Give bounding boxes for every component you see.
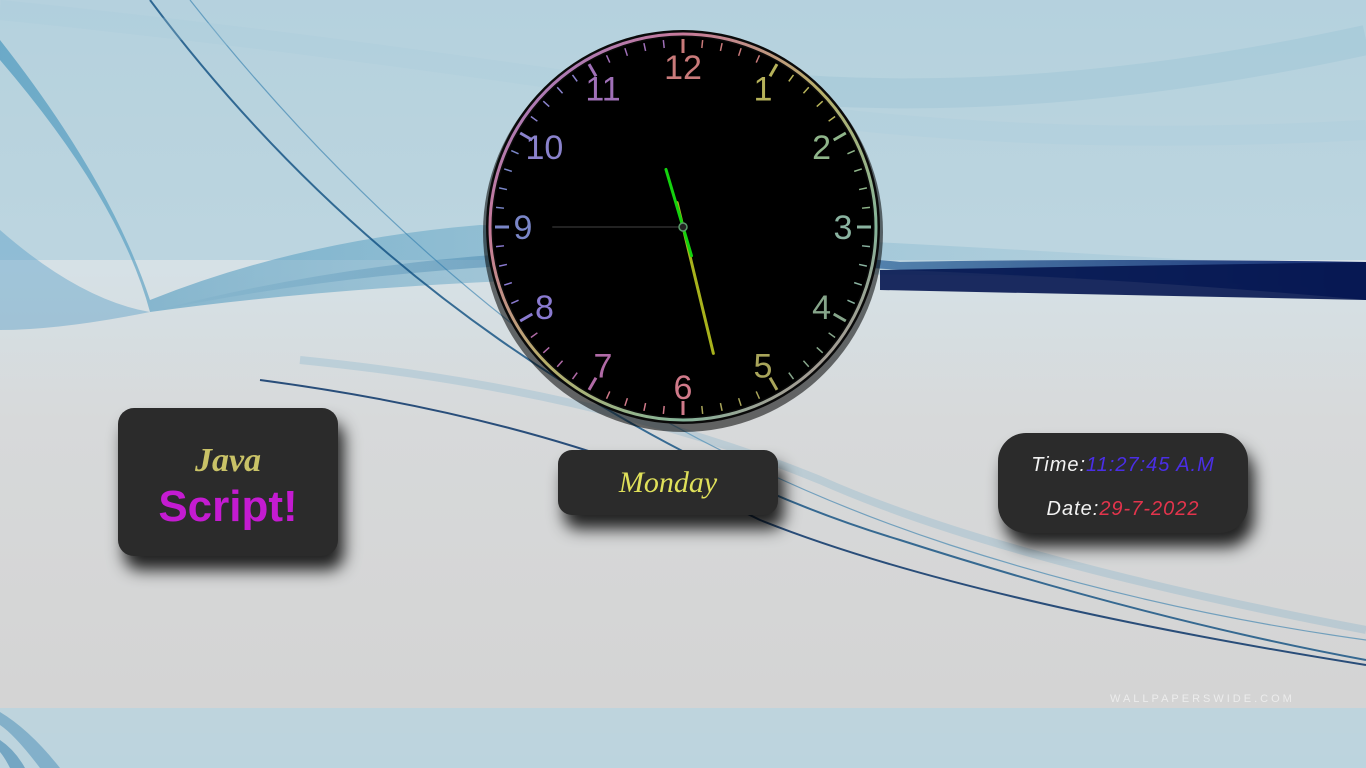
clock-tick xyxy=(662,405,665,415)
clock-numeral: 11 xyxy=(585,70,620,108)
clock-tick xyxy=(495,206,505,209)
clock-numeral: 1 xyxy=(754,70,773,108)
clock-tick xyxy=(662,39,665,49)
clock-numeral: 12 xyxy=(664,49,702,87)
clock-tick xyxy=(861,206,871,209)
date-value: 29-7-2022 xyxy=(1099,498,1200,520)
time-value: 11:27:45 A.M xyxy=(1086,454,1215,476)
clock-numeral: 2 xyxy=(812,129,831,167)
clock-tick xyxy=(701,39,704,49)
datetime-card: Time:11:27:45 A.M Date:29-7-2022 xyxy=(998,433,1248,533)
clock-numeral: 3 xyxy=(834,209,853,247)
clock-tick xyxy=(701,405,704,415)
time-row: Time:11:27:45 A.M xyxy=(998,454,1248,477)
clock-numeral: 6 xyxy=(674,369,693,407)
time-label: Time: xyxy=(1031,454,1087,476)
clock-center-pin xyxy=(678,222,688,232)
logo-java-text: Java xyxy=(194,442,262,479)
day-card: Monday xyxy=(558,450,778,515)
clock-tick xyxy=(861,245,871,248)
logo-script-text: Script! xyxy=(158,482,298,531)
clock-numeral: 9 xyxy=(514,209,533,247)
day-label: Monday xyxy=(618,466,718,499)
clock-numeral: 4 xyxy=(812,289,831,327)
analog-clock: 121234567891011 xyxy=(483,30,883,432)
clock-tick xyxy=(495,245,505,248)
date-row: Date:29-7-2022 xyxy=(998,498,1248,521)
clock-numeral: 5 xyxy=(754,348,773,386)
clock-numeral: 7 xyxy=(594,348,613,386)
javascript-logo-card: Java Script! xyxy=(118,408,338,556)
clock-numeral: 10 xyxy=(526,129,564,167)
date-label: Date: xyxy=(1046,498,1100,520)
clock-numeral: 8 xyxy=(535,289,554,327)
wallpaper-watermark: WALLPAPERSWIDE.COM xyxy=(1110,693,1295,705)
